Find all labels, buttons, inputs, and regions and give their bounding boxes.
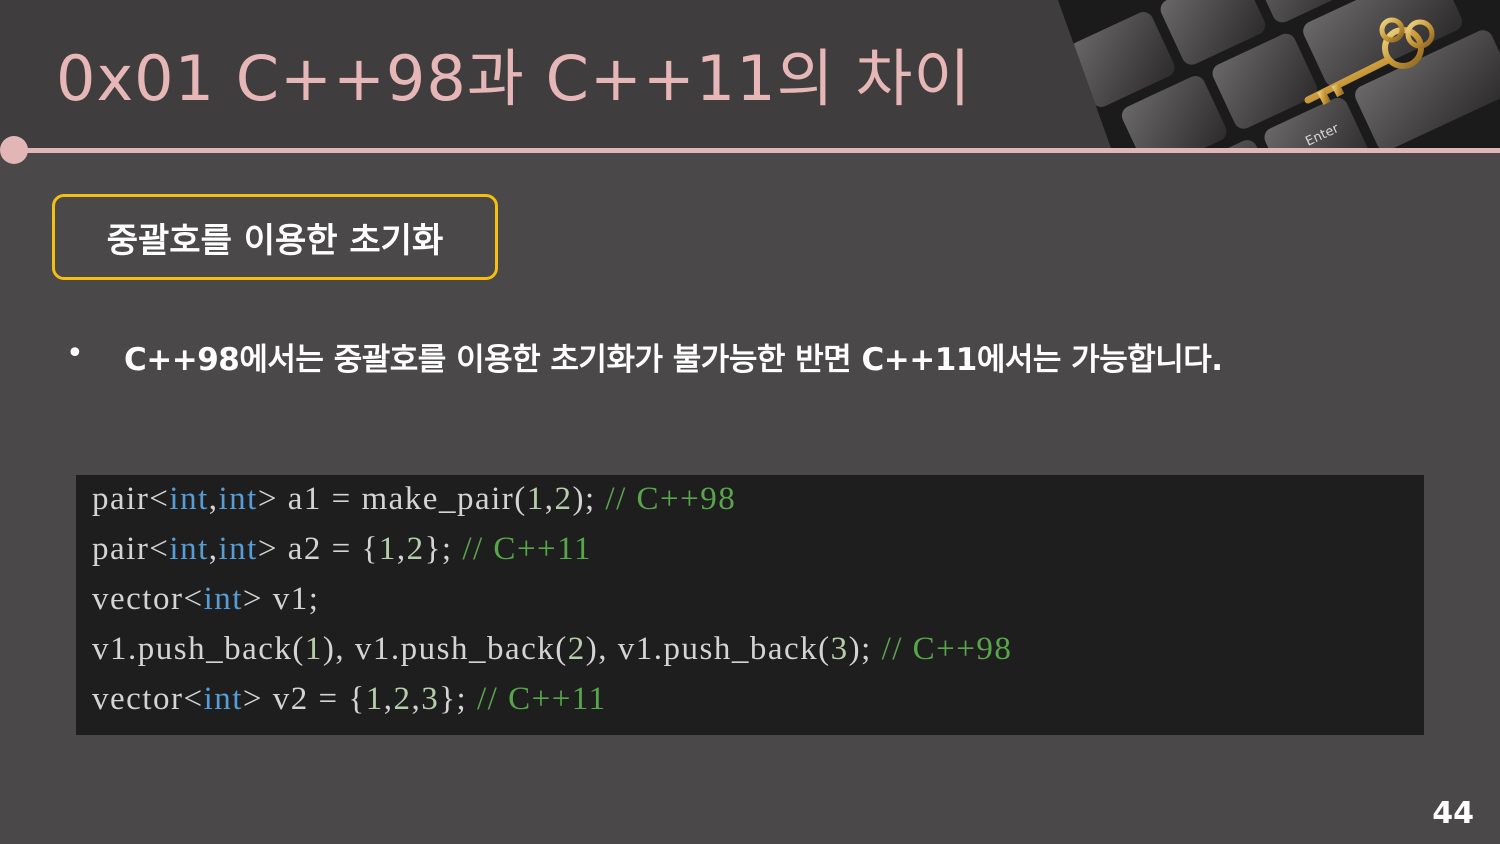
code-token-plain: ,	[383, 681, 394, 717]
code-token-plain: ,	[411, 681, 422, 717]
section-label: 중괄호를 이용한 초기화	[106, 220, 444, 261]
code-token-kw: int	[218, 481, 258, 517]
code-token-plain: ), v1.push_back(	[585, 631, 831, 667]
slide-header: 0x01 C++98과 C++11의 차이 Enter	[0, 0, 1500, 150]
code-line: vector<int> v2 = {1,2,3}; // C++11	[92, 681, 607, 718]
keyboard-key-illustration: Enter	[1058, 0, 1500, 148]
bullet-text: C++98에서는 중괄호를 이용한 초기화가 불가능한 반면 C++11에서는 …	[124, 342, 1223, 378]
code-token-plain: );	[572, 481, 606, 517]
code-token-kw: int	[203, 681, 243, 717]
code-token-kw: int	[169, 481, 209, 517]
code-token-plain: > v2 = {	[242, 681, 366, 717]
code-token-plain: };	[424, 531, 463, 567]
code-token-cm: // C++11	[462, 531, 592, 567]
code-token-plain: vector<	[92, 681, 204, 717]
code-line: pair<int,int> a1 = make_pair(1,2); // C+…	[92, 481, 736, 518]
code-line: vector<int> v1;	[92, 581, 319, 618]
code-token-plain: ,	[208, 481, 219, 517]
divider-dot	[0, 136, 28, 164]
code-token-plain: pair<	[92, 481, 170, 517]
key-on-keyboard-photo: Enter	[1058, 0, 1500, 148]
code-token-plain: ), v1.push_back(	[322, 631, 568, 667]
code-token-num: 2	[406, 531, 425, 567]
code-token-plain: > v1;	[242, 581, 320, 617]
code-token-plain: };	[439, 681, 477, 717]
code-token-plain: > a2 = {	[257, 531, 379, 567]
code-line: pair<int,int> a2 = {1,2}; // C++11	[92, 531, 592, 568]
code-block: pair<int,int> a1 = make_pair(1,2); // C+…	[76, 475, 1424, 735]
code-token-plain: ,	[396, 531, 407, 567]
code-token-cm: // C++98	[605, 481, 737, 517]
code-token-plain: pair<	[92, 531, 170, 567]
code-token-cm: // C++11	[476, 681, 607, 717]
code-token-num: 3	[421, 681, 440, 717]
code-token-num: 2	[567, 631, 586, 667]
code-token-num: 2	[554, 481, 573, 517]
code-line: v1.push_back(1), v1.push_back(2), v1.pus…	[92, 631, 1012, 668]
code-token-plain: v1.push_back(	[92, 631, 305, 667]
code-token-num: 2	[393, 681, 412, 717]
code-token-plain: > a1 = make_pair(	[257, 481, 527, 517]
code-token-num: 1	[526, 481, 545, 517]
code-token-num: 1	[365, 681, 384, 717]
slide-title: 0x01 C++98과 C++11의 차이	[56, 42, 972, 115]
code-token-kw: int	[169, 531, 209, 567]
code-token-num: 1	[304, 631, 323, 667]
code-token-plain: vector<	[92, 581, 204, 617]
code-token-num: 1	[378, 531, 397, 567]
section-label-box: 중괄호를 이용한 초기화	[52, 194, 498, 280]
code-token-plain: ,	[208, 531, 219, 567]
page-number: 44	[1432, 796, 1474, 831]
code-token-cm: // C++98	[881, 631, 1013, 667]
code-token-kw: int	[203, 581, 243, 617]
header-divider	[14, 148, 1500, 153]
bullet-icon: •	[66, 336, 84, 371]
code-token-kw: int	[218, 531, 258, 567]
code-token-plain: );	[848, 631, 882, 667]
code-token-num: 3	[830, 631, 849, 667]
